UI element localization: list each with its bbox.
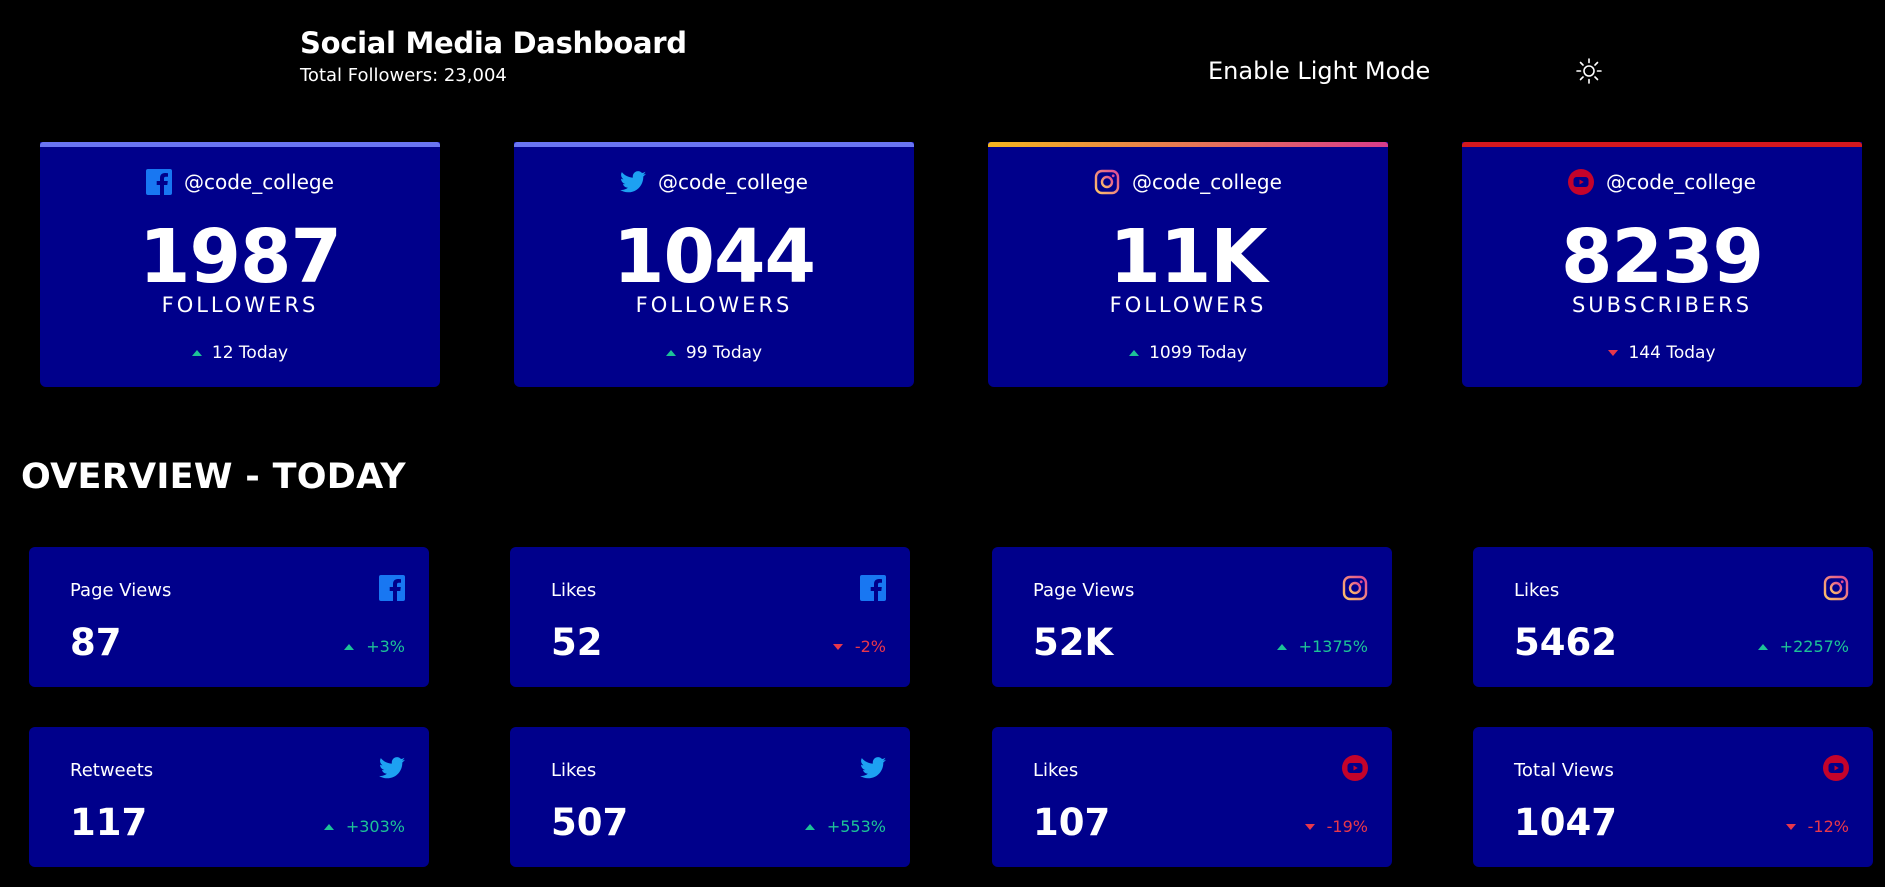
overview-title: OVERVIEW - TODAY — [21, 457, 406, 497]
follower-card-youtube[interactable]: @code_college 8239 SUBSCRIBERS 144 Today — [1462, 142, 1862, 387]
overview-value: 52K — [1033, 621, 1114, 664]
today-change-text: 144 Today — [1628, 343, 1716, 363]
up-arrow-icon — [1129, 350, 1140, 356]
overview-change: +303% — [323, 817, 405, 837]
overview-metric: Page Views — [1033, 580, 1135, 601]
instagram-icon — [1823, 575, 1849, 601]
overview-metric: Likes — [551, 760, 597, 781]
overview-value: 5462 — [1514, 621, 1617, 664]
overview-metric: Likes — [551, 580, 597, 601]
overview-card-twitter-retweets[interactable]: Retweets 117 +303% — [29, 727, 429, 867]
up-arrow-icon — [1757, 644, 1768, 650]
overview-change: -19% — [1304, 817, 1368, 837]
card-accent-bar — [40, 142, 440, 147]
total-followers: Total Followers: 23,004 — [300, 65, 507, 86]
down-arrow-icon — [1304, 824, 1315, 830]
follower-card-facebook[interactable]: @code_college 1987 FOLLOWERS 12 Today — [40, 142, 440, 387]
overview-change-text: +3% — [366, 637, 405, 656]
follower-label: SUBSCRIBERS — [1571, 293, 1753, 317]
dashboard-header: Social Media Dashboard Total Followers: … — [300, 24, 687, 88]
overview-value: 87 — [70, 621, 122, 664]
overview-change: +2257% — [1757, 637, 1849, 657]
youtube-icon — [1342, 755, 1368, 781]
up-arrow-icon — [191, 350, 202, 356]
card-handle: @code_college — [1606, 170, 1756, 194]
today-change: 12 Today — [40, 342, 440, 364]
card-handle: @code_college — [184, 170, 334, 194]
overview-value: 507 — [551, 801, 629, 844]
follower-card-instagram[interactable]: @code_college 11K FOLLOWERS 1099 Today — [988, 142, 1388, 387]
overview-value: 117 — [70, 801, 148, 844]
follower-label: FOLLOWERS — [1109, 293, 1267, 317]
card-accent-bar — [514, 142, 914, 147]
overview-change-text: +303% — [345, 817, 405, 836]
today-change: 99 Today — [514, 342, 914, 364]
follower-count: 1044 — [613, 214, 816, 300]
overview-metric: Likes — [1033, 760, 1079, 781]
overview-change: +1375% — [1276, 637, 1368, 657]
overview-metric: Page Views — [70, 580, 172, 601]
facebook-icon — [146, 169, 173, 195]
overview-card-facebook-likes[interactable]: Likes 52 -2% — [510, 547, 910, 687]
follower-card-twitter[interactable]: @code_college 1044 FOLLOWERS 99 Today — [514, 142, 914, 387]
card-handle: @code_college — [1132, 170, 1282, 194]
overview-value: 107 — [1033, 801, 1111, 844]
twitter-icon — [620, 169, 647, 195]
overview-change: +3% — [344, 637, 405, 657]
today-change: 144 Today — [1462, 342, 1862, 364]
overview-card-instagram-likes[interactable]: Likes 5462 +2257% — [1473, 547, 1873, 687]
overview-value: 1047 — [1514, 801, 1617, 844]
overview-value: 52 — [551, 621, 603, 664]
overview-card-youtube-likes[interactable]: Likes 107 -19% — [992, 727, 1392, 867]
facebook-icon — [860, 575, 886, 601]
overview-card-facebook-page-views[interactable]: Page Views 87 +3% — [29, 547, 429, 687]
page-title: Social Media Dashboard — [300, 26, 687, 60]
overview-card-instagram-page-views[interactable]: Page Views 52K +1375% — [992, 547, 1392, 687]
follower-count: 11K — [1109, 214, 1267, 300]
facebook-icon — [379, 575, 405, 601]
up-arrow-icon — [344, 644, 355, 650]
down-arrow-icon — [1785, 824, 1796, 830]
follower-label: FOLLOWERS — [635, 293, 793, 317]
overview-change-text: +1375% — [1298, 637, 1368, 656]
overview-card-twitter-likes[interactable]: Likes 507 +553% — [510, 727, 910, 867]
overview-change-text: +2257% — [1779, 637, 1849, 656]
today-change: 1099 Today — [988, 342, 1388, 364]
up-arrow-icon — [1276, 644, 1287, 650]
today-change-text: 99 Today — [685, 343, 763, 363]
today-change-text: 12 Today — [211, 343, 289, 363]
youtube-icon — [1823, 755, 1849, 781]
up-arrow-icon — [323, 824, 334, 830]
down-arrow-icon — [832, 644, 843, 650]
overview-change: +553% — [804, 817, 886, 837]
twitter-icon — [860, 755, 886, 781]
follower-count: 1987 — [139, 214, 342, 300]
sun-icon[interactable] — [1574, 56, 1604, 86]
follower-count: 8239 — [1561, 214, 1764, 300]
overview-card-youtube-total-views[interactable]: Total Views 1047 -12% — [1473, 727, 1873, 867]
overview-change: -12% — [1785, 817, 1849, 837]
today-change-text: 1099 Today — [1149, 343, 1247, 363]
overview-change: -2% — [832, 637, 886, 657]
overview-metric: Likes — [1514, 580, 1560, 601]
follower-label: FOLLOWERS — [161, 293, 319, 317]
up-arrow-icon — [804, 824, 815, 830]
overview-change-text: -19% — [1326, 817, 1368, 836]
card-accent-bar — [1462, 142, 1862, 147]
twitter-icon — [379, 755, 405, 781]
down-arrow-icon — [1608, 350, 1619, 356]
card-handle: @code_college — [658, 170, 808, 194]
instagram-icon — [1094, 169, 1120, 195]
overview-change-text: +553% — [826, 817, 886, 836]
overview-metric: Total Views — [1514, 760, 1614, 781]
card-accent-bar — [988, 142, 1388, 147]
youtube-icon — [1568, 169, 1595, 195]
overview-change-text: -2% — [854, 637, 886, 656]
overview-change-text: -12% — [1807, 817, 1849, 836]
up-arrow-icon — [665, 350, 676, 356]
overview-metric: Retweets — [70, 760, 154, 781]
instagram-icon — [1342, 575, 1368, 601]
light-mode-toggle-label[interactable]: Enable Light Mode — [1208, 56, 1430, 86]
